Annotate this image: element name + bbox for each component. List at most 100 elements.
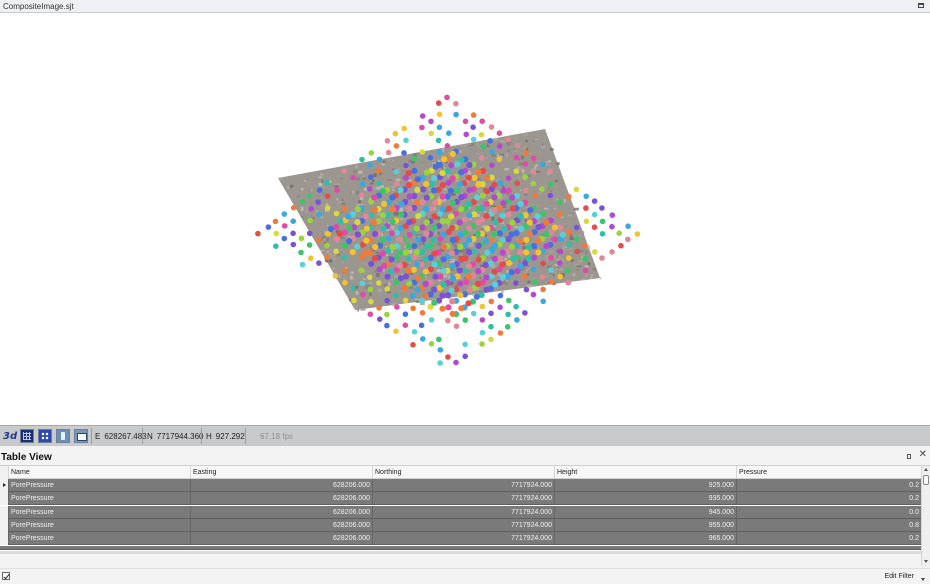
table-row[interactable]: PorePressure 628206.000 7717924.000 925.000… bbox=[0, 479, 921, 492]
data-point[interactable] bbox=[470, 136, 477, 143]
data-point[interactable] bbox=[427, 154, 434, 161]
data-point[interactable] bbox=[454, 161, 461, 168]
data-point[interactable] bbox=[376, 180, 383, 187]
data-point[interactable] bbox=[403, 162, 409, 169]
data-point[interactable] bbox=[298, 249, 304, 256]
data-point[interactable] bbox=[539, 210, 547, 217]
data-point[interactable] bbox=[358, 267, 365, 274]
data-point[interactable] bbox=[431, 224, 438, 231]
data-point[interactable] bbox=[384, 286, 391, 292]
data-point[interactable] bbox=[448, 162, 455, 169]
data-point[interactable] bbox=[530, 180, 537, 187]
data-point[interactable] bbox=[634, 231, 641, 237]
data-point[interactable] bbox=[496, 156, 503, 163]
data-point[interactable] bbox=[376, 156, 383, 163]
data-point[interactable] bbox=[401, 150, 407, 156]
data-point[interactable] bbox=[401, 125, 408, 132]
data-point[interactable] bbox=[422, 292, 429, 299]
data-point[interactable] bbox=[439, 305, 446, 312]
data-point[interactable] bbox=[539, 186, 545, 192]
data-point[interactable] bbox=[281, 223, 288, 229]
data-point[interactable] bbox=[557, 224, 564, 231]
data-point[interactable] bbox=[535, 223, 542, 231]
data-point[interactable] bbox=[583, 218, 590, 225]
data-point[interactable] bbox=[333, 248, 339, 255]
table-cell[interactable]: 7717924.000 bbox=[372, 492, 554, 506]
data-point[interactable] bbox=[411, 254, 418, 261]
data-point[interactable] bbox=[393, 168, 400, 175]
data-point[interactable] bbox=[431, 261, 438, 268]
data-point[interactable] bbox=[437, 347, 444, 353]
data-point[interactable] bbox=[420, 336, 426, 342]
data-point[interactable] bbox=[402, 249, 409, 256]
data-point[interactable] bbox=[272, 218, 279, 225]
data-point[interactable] bbox=[465, 200, 472, 208]
data-point[interactable] bbox=[430, 236, 437, 243]
data-point[interactable] bbox=[402, 297, 409, 304]
data-point[interactable] bbox=[414, 286, 421, 293]
data-point[interactable] bbox=[359, 192, 365, 198]
maximize-icon[interactable] bbox=[918, 3, 924, 8]
vertical-scrollbar[interactable] bbox=[921, 466, 930, 566]
data-point[interactable] bbox=[332, 273, 339, 279]
point-cloud-scene[interactable] bbox=[0, 13, 930, 425]
data-point[interactable] bbox=[432, 199, 439, 206]
data-point[interactable] bbox=[530, 155, 537, 162]
data-point[interactable] bbox=[409, 293, 416, 299]
data-point[interactable] bbox=[384, 273, 391, 280]
data-point[interactable] bbox=[394, 180, 401, 187]
data-point[interactable] bbox=[290, 230, 296, 237]
data-point[interactable] bbox=[402, 322, 409, 329]
data-point[interactable] bbox=[466, 236, 473, 244]
data-point[interactable] bbox=[475, 169, 482, 176]
data-point[interactable] bbox=[551, 224, 559, 231]
data-point[interactable] bbox=[539, 161, 546, 168]
data-point[interactable] bbox=[543, 230, 550, 237]
data-point[interactable] bbox=[428, 317, 435, 323]
data-point[interactable] bbox=[405, 242, 412, 249]
data-point[interactable] bbox=[441, 156, 448, 163]
data-point[interactable] bbox=[518, 225, 525, 232]
data-point[interactable] bbox=[475, 280, 482, 287]
data-point[interactable] bbox=[349, 249, 356, 256]
data-point[interactable] bbox=[362, 250, 369, 257]
data-point[interactable] bbox=[388, 230, 395, 237]
data-point[interactable] bbox=[462, 317, 469, 323]
data-point[interactable] bbox=[432, 273, 439, 280]
data-point[interactable] bbox=[483, 274, 490, 281]
data-point[interactable] bbox=[419, 224, 426, 231]
data-point[interactable] bbox=[483, 286, 490, 293]
data-point[interactable] bbox=[316, 237, 322, 243]
data-point[interactable] bbox=[475, 219, 482, 226]
data-point[interactable] bbox=[449, 236, 456, 244]
data-point[interactable] bbox=[489, 148, 495, 155]
data-point[interactable] bbox=[375, 168, 382, 174]
data-point[interactable] bbox=[405, 267, 412, 274]
data-point[interactable] bbox=[470, 310, 477, 317]
data-point[interactable] bbox=[566, 193, 572, 200]
data-point[interactable] bbox=[367, 286, 374, 293]
data-point[interactable] bbox=[445, 205, 452, 212]
data-point[interactable] bbox=[354, 219, 361, 226]
data-point[interactable] bbox=[363, 213, 370, 220]
data-point[interactable] bbox=[423, 219, 430, 226]
data-point[interactable] bbox=[525, 255, 532, 262]
data-point[interactable] bbox=[368, 298, 374, 305]
data-point[interactable] bbox=[506, 297, 512, 304]
data-point[interactable] bbox=[523, 236, 530, 244]
data-point[interactable] bbox=[514, 317, 520, 323]
data-point[interactable] bbox=[513, 155, 520, 161]
data-point[interactable] bbox=[439, 206, 446, 213]
data-point[interactable] bbox=[505, 311, 511, 318]
close-icon[interactable]: ✕ bbox=[919, 450, 927, 460]
data-point[interactable] bbox=[368, 260, 375, 267]
table-cell[interactable]: 628206.000 bbox=[190, 492, 372, 506]
data-point[interactable] bbox=[406, 231, 413, 238]
data-point[interactable] bbox=[405, 181, 412, 189]
data-point[interactable] bbox=[491, 181, 498, 188]
data-point[interactable] bbox=[418, 322, 425, 329]
data-point[interactable] bbox=[411, 155, 418, 162]
data-point[interactable] bbox=[453, 359, 459, 366]
table-cell[interactable]: PorePressure bbox=[8, 532, 190, 546]
data-point[interactable] bbox=[488, 336, 494, 343]
